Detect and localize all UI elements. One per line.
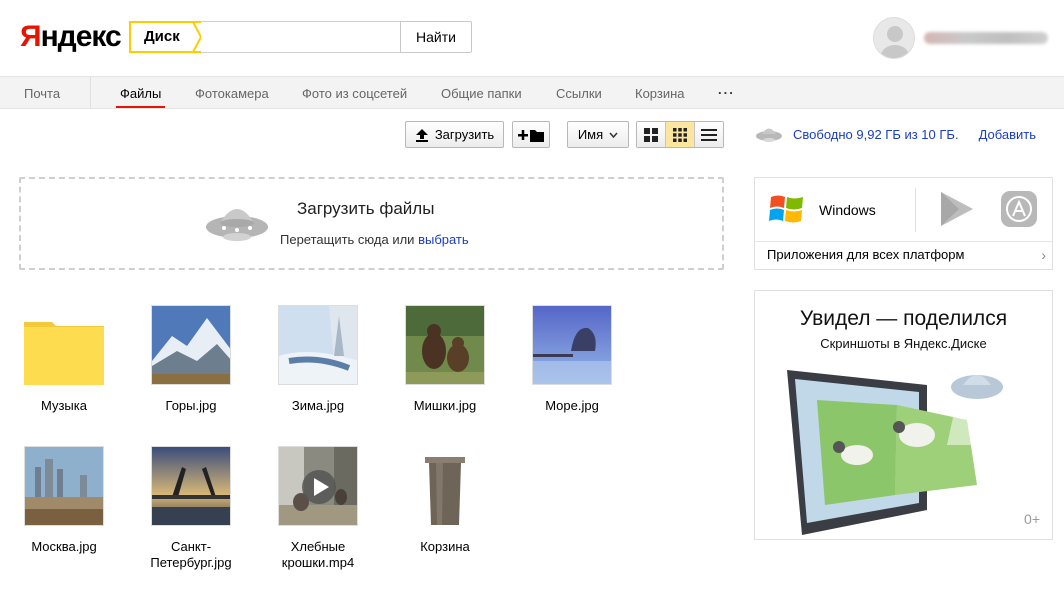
tab-more[interactable]: ... — [718, 82, 735, 97]
age-rating: 0+ — [1024, 511, 1040, 527]
nav-divider — [90, 77, 91, 109]
chevron-right-icon: › — [1041, 247, 1046, 263]
tab-shared-folders[interactable]: Общие папки — [441, 86, 522, 101]
promo-subtitle: Скриншоты в Яндекс.Диске — [820, 336, 987, 351]
dropzone-title: Загрузить файлы — [297, 199, 435, 218]
trash-icon — [405, 446, 485, 526]
windows-label[interactable]: Windows — [819, 202, 876, 218]
avatar[interactable] — [873, 17, 915, 59]
ufo-icon — [206, 209, 268, 241]
image-thumbnail-mountains — [151, 305, 231, 385]
file-item-mountains[interactable]: Горы.jpg — [136, 305, 246, 414]
all-platforms-link[interactable]: Приложения для всех платформ › — [755, 241, 1052, 269]
file-name: Корзина — [420, 539, 470, 554]
add-space-link[interactable]: Добавить — [979, 127, 1036, 142]
promo-title: Увидел — поделился — [799, 307, 1008, 330]
windows-logo-icon[interactable] — [769, 192, 805, 226]
header: Яндекс Диск Найти — [0, 0, 1064, 76]
file-item-trash[interactable]: Корзина — [390, 446, 500, 555]
file-name: Море.jpg — [545, 398, 599, 413]
active-tab-underline — [116, 106, 165, 108]
promo-illustration — [787, 370, 1007, 535]
file-name: Хлебные крошки.mp4 — [281, 539, 355, 570]
chevron-down-icon — [609, 132, 618, 138]
video-thumbnail-breadcrumbs — [278, 446, 358, 526]
apps-divider — [915, 188, 916, 232]
tab-links[interactable]: Ссылки — [556, 86, 602, 101]
large-grid-icon — [644, 127, 658, 142]
dropzone-subtitle: Перетащить сюда или выбрать — [280, 232, 469, 247]
tab-trash[interactable]: Корзина — [635, 86, 685, 101]
view-large-icons-button[interactable] — [637, 122, 666, 147]
small-grid-icon — [673, 127, 687, 142]
file-name: Мишки.jpg — [413, 398, 477, 413]
upload-button[interactable]: Загрузить — [405, 121, 504, 148]
yandex-logo[interactable]: Яндекс — [20, 20, 122, 54]
view-list-button[interactable] — [695, 122, 723, 147]
service-tabs: Почта Файлы Фотокамера Фото из соцсетей … — [0, 76, 1064, 109]
file-item-saint-petersburg[interactable]: Санкт-Петербург.jpg — [136, 446, 246, 571]
google-play-icon[interactable] — [939, 190, 975, 228]
file-item-moscow[interactable]: Москва.jpg — [9, 446, 119, 555]
image-thumbnail-bears — [405, 305, 485, 385]
choose-files-link[interactable]: выбрать — [418, 232, 469, 247]
file-name: Горы.jpg — [165, 398, 217, 413]
file-item-music-folder[interactable]: Музыка — [9, 305, 119, 414]
image-thumbnail-sea — [532, 305, 612, 385]
upload-dropzone[interactable]: Загрузить файлы Перетащить сюда или выбр… — [19, 177, 724, 270]
list-icon — [701, 128, 717, 141]
all-platforms-label: Приложения для всех платформ — [767, 247, 965, 262]
file-item-breadcrumbs-video[interactable]: Хлебные крошки.mp4 — [263, 446, 373, 571]
apps-platforms: Windows — [755, 178, 1052, 241]
file-item-bears[interactable]: Мишки.jpg — [390, 305, 500, 414]
free-space-info: Свободно 9,92 ГБ из 10 ГБ. Добавить — [755, 125, 1036, 143]
tab-social-photos[interactable]: Фото из соцсетей — [302, 86, 407, 101]
search-form: Диск Найти — [129, 21, 472, 53]
upload-icon — [415, 128, 428, 142]
file-item-sea[interactable]: Море.jpg — [517, 305, 627, 414]
sort-dropdown[interactable]: Имя — [567, 121, 629, 148]
tab-files[interactable]: Файлы — [120, 86, 161, 101]
find-button[interactable]: Найти — [400, 21, 472, 53]
upload-label: Загрузить — [434, 127, 495, 142]
folder-icon — [24, 305, 104, 385]
new-folder-icon — [518, 129, 544, 142]
image-thumbnail-saint-petersburg — [151, 446, 231, 526]
user-silhouette-icon — [881, 26, 909, 58]
view-small-icons-button[interactable] — [666, 122, 695, 147]
tab-camera[interactable]: Фотокамера — [195, 86, 269, 101]
username-blurred[interactable] — [924, 32, 1048, 44]
tab-mail[interactable]: Почта — [24, 86, 60, 101]
view-mode-switch — [636, 121, 724, 148]
screenshots-promo-banner[interactable]: Увидел — поделился Скриншоты в Яндекс.Ди… — [754, 290, 1053, 540]
apps-panel: Windows Приложения для всех платформ › — [754, 177, 1053, 270]
file-item-winter[interactable]: Зима.jpg — [263, 305, 373, 414]
file-name: Москва.jpg — [31, 539, 97, 554]
file-name: Музыка — [41, 398, 87, 413]
free-space-text: Свободно 9,92 ГБ из 10 ГБ. — [793, 126, 959, 142]
file-name: Зима.jpg — [291, 398, 345, 413]
ufo-icon — [756, 128, 782, 142]
image-thumbnail-winter — [278, 305, 358, 385]
new-folder-button[interactable] — [512, 121, 550, 148]
file-name: Санкт-Петербург.jpg — [150, 539, 232, 570]
search-input[interactable] — [201, 21, 401, 53]
image-thumbnail-moscow — [24, 446, 104, 526]
app-store-icon[interactable] — [1001, 191, 1037, 227]
sort-label: Имя — [577, 127, 604, 142]
